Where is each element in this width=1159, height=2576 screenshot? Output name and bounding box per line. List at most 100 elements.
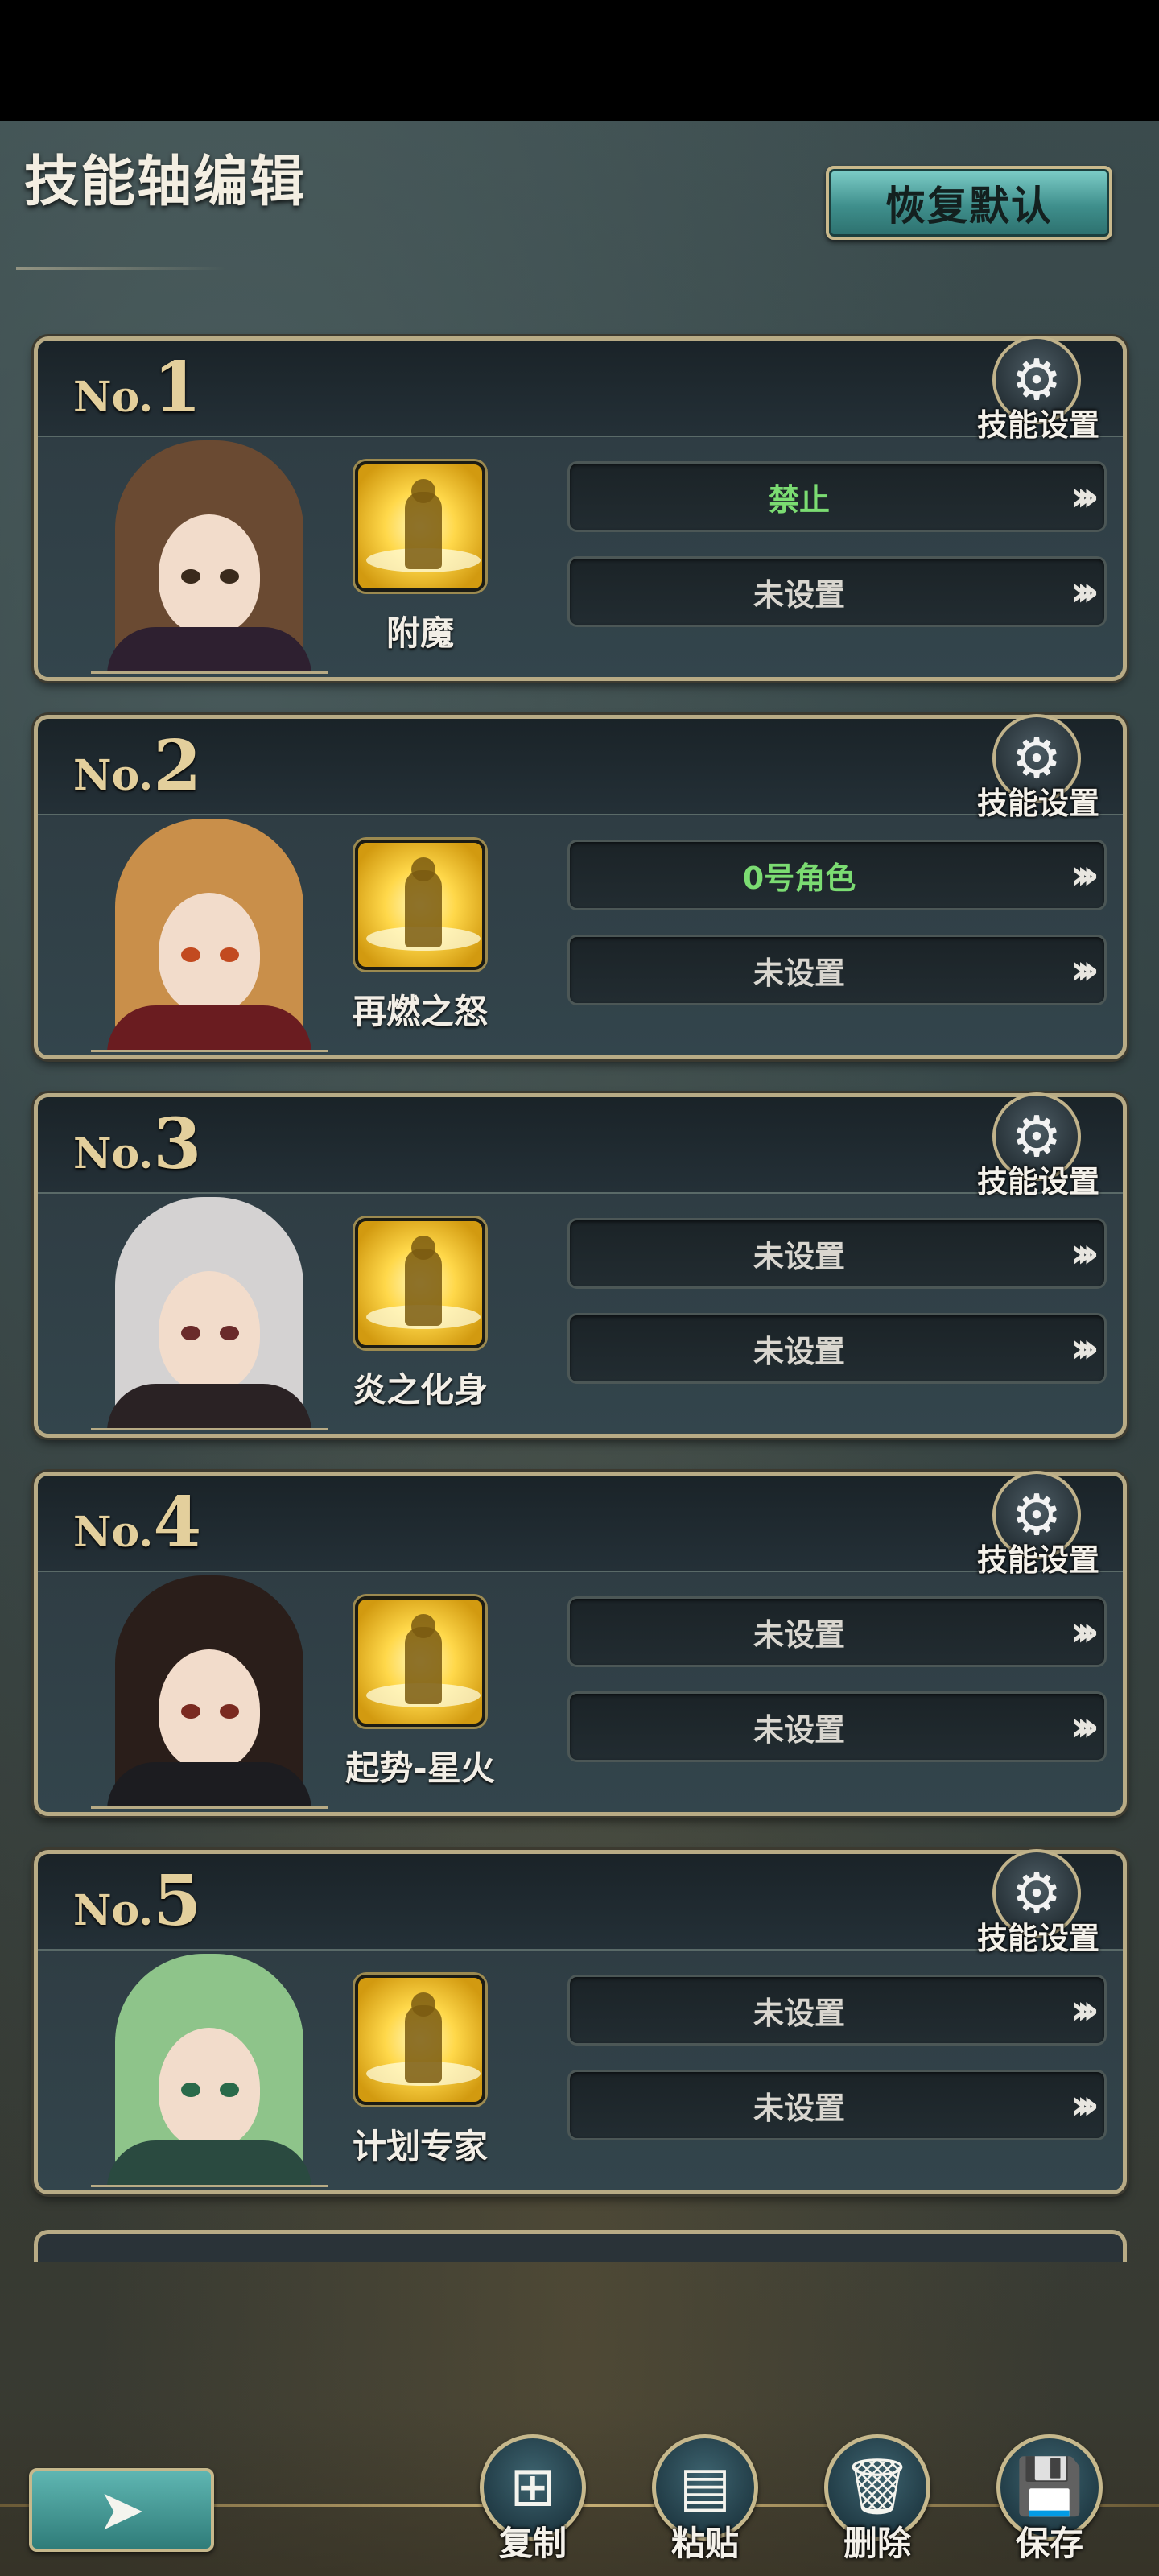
card-number: No.1 [73,347,201,428]
copy-label: 复制 [498,2524,567,2563]
portrait-body [107,2140,311,2185]
card-number-value: 5 [153,1860,202,1942]
condition-slot-2[interactable]: 未设置 ››› [567,935,1107,1005]
chevron-right-icon: ››› [1070,1608,1099,1656]
skill-icon-figure [405,2005,442,2083]
portrait-face [159,1649,260,1770]
condition-slot-2[interactable]: 未设置 ››› [567,556,1107,627]
skill-name: 炎之化身 [352,1370,488,1410]
title-divider [16,267,225,270]
back-arrow-icon: ➤ [97,2477,146,2543]
condition-slot-2[interactable]: 未设置 ››› [567,2070,1107,2140]
card-number-prefix: No. [73,751,154,800]
skill-setting-label[interactable]: 技能设置 [970,1913,1107,1958]
condition-slot-1[interactable]: 未设置 ››› [567,1975,1107,2046]
condition-slot-2-value: 未设置 [753,1711,845,1748]
card-number: No.4 [73,1482,201,1563]
portrait-eye-right [220,947,239,962]
header: 技能轴编辑 恢复默认 [0,121,1159,282]
paste-icon: ▤ [678,2455,732,2519]
chevron-right-icon: ››› [1070,946,1099,994]
skill-icon[interactable] [355,1596,485,1727]
condition-slot-1-value: 0号角色 [742,860,856,896]
portrait-eye-right [220,1704,239,1719]
status-bar [0,0,1159,121]
character-portrait[interactable] [91,1954,328,2187]
portrait-eye-right [220,1326,239,1340]
portrait-eye-left [181,2083,200,2097]
back-button[interactable]: ➤ [29,2468,214,2552]
character-portrait[interactable] [91,1197,328,1430]
copy-icon: ⊞ [509,2455,556,2519]
skill-name: 起势-星火 [345,1748,495,1788]
condition-slot-2-value: 未设置 [753,2090,845,2126]
chevron-right-icon: ››› [1070,473,1099,521]
condition-slot-2-value: 未设置 [753,576,845,613]
page-title: 技能轴编辑 [24,151,307,214]
portrait-face [159,893,260,1013]
portrait-face [159,514,260,635]
portrait-eye-left [181,1704,200,1719]
condition-slot-1-value: 禁止 [768,481,830,518]
skill-icon[interactable] [355,1218,485,1348]
portrait-eye-left [181,947,200,962]
chevron-right-icon: ››› [1070,568,1099,616]
condition-slot-2-value: 未设置 [753,955,845,991]
card-number-value: 4 [153,1482,202,1563]
condition-slot-2[interactable]: 未设置 ››› [567,1691,1107,1762]
condition-slot-2[interactable]: 未设置 ››› [567,1313,1107,1384]
portrait-eye-left [181,569,200,584]
skill-setting-label[interactable]: 技能设置 [970,400,1107,444]
skill-icon-figure [405,870,442,947]
character-portrait[interactable] [91,1575,328,1809]
skill-setting-label[interactable]: 技能设置 [970,1535,1107,1579]
portrait-body [107,627,311,671]
character-portrait[interactable] [91,440,328,674]
skill-card-partial [34,2230,1127,2262]
card-number: No.5 [73,1860,201,1942]
condition-slot-1-value: 未设置 [753,1995,845,2031]
save-label: 保存 [1015,2524,1083,2563]
save-icon: 💾 [1015,2455,1084,2519]
condition-slot-1[interactable]: 未设置 ››› [567,1218,1107,1289]
card-number: No.3 [73,1104,201,1185]
skill-name: 再燃之怒 [352,992,488,1031]
chevron-right-icon: ››› [1070,1986,1099,2034]
chevron-right-icon: ››› [1070,2081,1099,2129]
condition-slot-1[interactable]: 0号角色 ››› [567,840,1107,910]
skill-icon[interactable] [355,840,485,970]
delete-label: 删除 [843,2524,911,2563]
condition-slot-1[interactable]: 未设置 ››› [567,1596,1107,1667]
card-number-prefix: No. [73,373,154,422]
portrait-face [159,1271,260,1392]
portrait-body [107,1762,311,1806]
chevron-right-icon: ››› [1070,851,1099,899]
skill-card: No.1 ⚙ 技能设置 附魔 禁止 ››› 未设置 ››› [34,336,1127,681]
card-number-prefix: No. [73,1129,154,1179]
chevron-right-icon: ››› [1070,1703,1099,1751]
portrait-body [107,1005,311,1050]
skill-card: No.4 ⚙ 技能设置 起势-星火 未设置 ››› 未设置 ››› [34,1471,1127,1816]
skill-card: No.5 ⚙ 技能设置 计划专家 未设置 ››› 未设置 ››› [34,1849,1127,2194]
condition-slot-1[interactable]: 禁止 ››› [567,461,1107,532]
skill-setting-label[interactable]: 技能设置 [970,778,1107,823]
portrait-eye-right [220,569,239,584]
trash-icon: 🗑 [842,2455,913,2519]
condition-slot-2-value: 未设置 [753,1333,845,1369]
paste-label: 粘贴 [670,2524,739,2563]
card-number-prefix: No. [73,1886,154,1935]
skill-icon-figure [405,1627,442,1704]
skill-icon-figure [405,1249,442,1326]
card-number-value: 3 [153,1104,202,1185]
skill-icon[interactable] [355,461,485,592]
restore-default-button[interactable]: 恢复默认 [826,166,1112,240]
card-number-value: 1 [153,347,202,428]
skill-name: 附魔 [386,613,454,653]
skill-setting-label[interactable]: 技能设置 [970,1157,1107,1201]
card-number: No.2 [73,725,201,807]
card-number-prefix: No. [73,1508,154,1557]
skill-icon[interactable] [355,1975,485,2105]
skill-card: No.2 ⚙ 技能设置 再燃之怒 0号角色 ››› 未设置 ››› [34,714,1127,1059]
portrait-face [159,2028,260,2149]
character-portrait[interactable] [91,819,328,1052]
